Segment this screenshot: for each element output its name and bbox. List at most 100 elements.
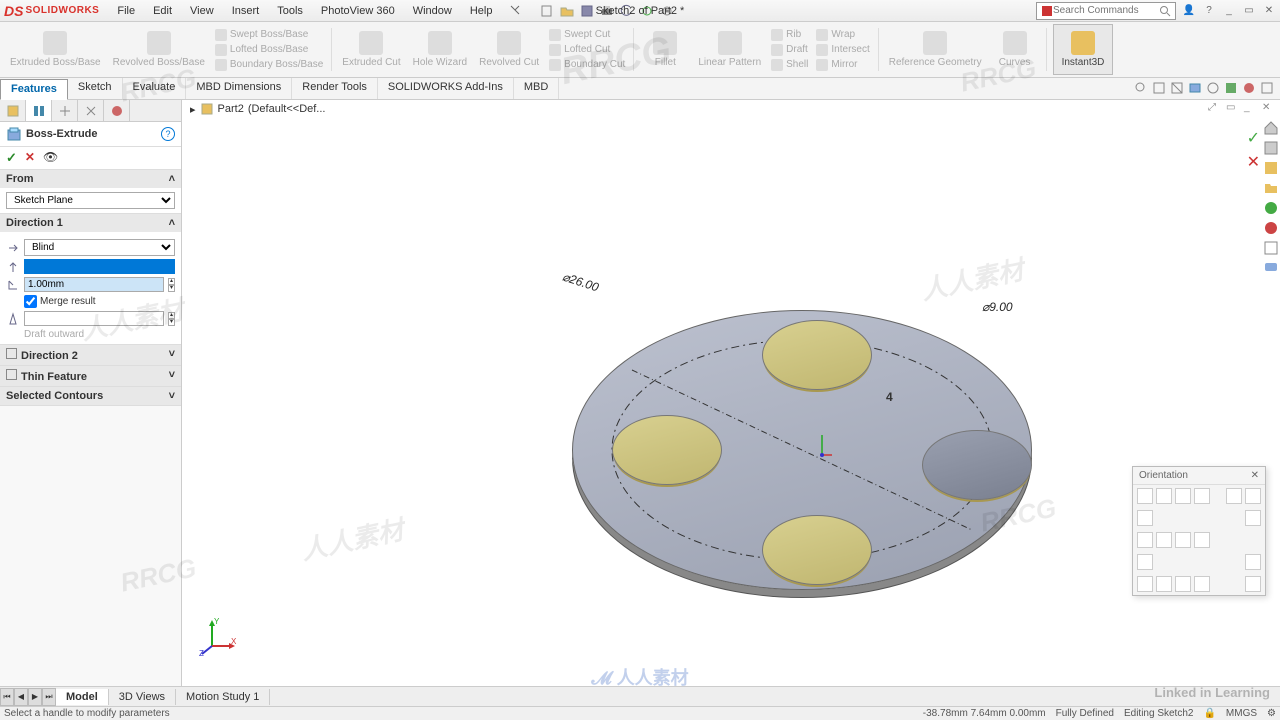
user-icon[interactable]: 👤: [1182, 4, 1196, 18]
rb-fillet[interactable]: Fillet: [640, 24, 690, 75]
help-icon[interactable]: ?: [1202, 4, 1216, 18]
rb-hole-wizard[interactable]: Hole Wizard: [409, 24, 471, 75]
heads-up-scene-icon[interactable]: [1224, 81, 1238, 96]
direction-vector-icon[interactable]: [6, 260, 20, 274]
orient-single-icon[interactable]: [1137, 554, 1153, 570]
status-lock-icon[interactable]: 🔒: [1203, 708, 1215, 719]
gc-expand-icon[interactable]: ⤢: [1208, 102, 1222, 116]
ft-tab-display[interactable]: [104, 100, 130, 121]
pm-selcont-header[interactable]: Selected Contours˅: [0, 387, 181, 406]
heads-up-settings-icon[interactable]: [1260, 81, 1274, 96]
status-gear-icon[interactable]: ⚙: [1267, 708, 1276, 719]
menu-tools[interactable]: Tools: [269, 3, 311, 19]
depth-icon[interactable]: [6, 278, 20, 292]
menu-file[interactable]: File: [109, 3, 143, 19]
ft-tab-feature[interactable]: [0, 100, 26, 121]
part-name[interactable]: Part2: [218, 103, 244, 115]
pm-merge-result[interactable]: Merge result: [24, 295, 175, 308]
heads-up-display-icon[interactable]: [1188, 81, 1202, 96]
orient-viewcube-icon[interactable]: [1245, 510, 1261, 526]
pm-thin-header[interactable]: Thin Feature˅: [0, 366, 181, 387]
orient-axis-icon[interactable]: [1245, 554, 1261, 570]
tp-design-lib-icon[interactable]: [1263, 160, 1279, 176]
rb-revolved-cut[interactable]: Revolved Cut: [475, 24, 543, 75]
tab-next-icon[interactable]: ▶: [28, 688, 42, 706]
gc-window-icon[interactable]: ▭: [1226, 102, 1240, 116]
rb-ref-geom[interactable]: Reference Geometry: [885, 24, 986, 75]
ft-tab-dim[interactable]: [78, 100, 104, 121]
status-units[interactable]: MMGS: [1226, 708, 1257, 719]
pm-draft-spinner[interactable]: ▴▾: [168, 312, 175, 326]
confirm-cancel-icon[interactable]: ✕: [1247, 152, 1260, 172]
boss-top[interactable]: [762, 320, 872, 390]
tab-render-tools[interactable]: Render Tools: [292, 78, 378, 99]
search-input[interactable]: [1053, 5, 1159, 16]
tab-first-icon[interactable]: ⏮: [0, 688, 14, 706]
pm-cancel-button[interactable]: ✕: [25, 150, 35, 166]
pm-help-icon[interactable]: ?: [161, 127, 175, 141]
rb-mirror[interactable]: Mirror: [816, 59, 869, 71]
tp-home-icon[interactable]: [1263, 120, 1279, 136]
search-icon[interactable]: [1159, 5, 1171, 17]
pm-dir1-header[interactable]: Direction 1˄: [0, 214, 181, 232]
restore-button[interactable]: ▭: [1242, 4, 1256, 18]
tab-model[interactable]: Model: [56, 689, 109, 705]
menu-window[interactable]: Window: [405, 3, 460, 19]
boss-bottom[interactable]: [762, 515, 872, 585]
gc-close-icon[interactable]: ✕: [1262, 102, 1276, 116]
open-icon[interactable]: [560, 4, 574, 18]
vp-2h-icon[interactable]: [1156, 576, 1172, 592]
menu-insert[interactable]: Insert: [224, 3, 268, 19]
rb-intersect[interactable]: Intersect: [816, 44, 869, 56]
tab-mbd-dims[interactable]: MBD Dimensions: [186, 78, 292, 99]
pm-draft-input[interactable]: [24, 311, 164, 326]
rb-boundary-boss[interactable]: Boundary Boss/Base: [215, 59, 323, 71]
vp-4-icon[interactable]: [1194, 576, 1210, 592]
tp-resources-icon[interactable]: [1263, 140, 1279, 156]
tab-sketch[interactable]: Sketch: [68, 78, 123, 99]
pm-from-header[interactable]: From˄: [0, 170, 181, 188]
minimize-button[interactable]: _: [1222, 4, 1236, 18]
menu-help[interactable]: Help: [462, 3, 501, 19]
rb-revolved-boss[interactable]: Revolved Boss/Base: [109, 24, 209, 75]
dimension-diameter-26[interactable]: ⌀26.00: [561, 270, 601, 295]
menu-view[interactable]: View: [182, 3, 222, 19]
ft-tab-pm[interactable]: [26, 100, 52, 121]
heads-up-section-icon[interactable]: [1170, 81, 1184, 96]
pm-depth-input[interactable]: [24, 277, 164, 292]
orient-normalto-icon[interactable]: [1137, 510, 1153, 526]
orient-front-icon[interactable]: [1137, 488, 1153, 504]
orient-left-icon[interactable]: [1175, 488, 1191, 504]
orient-back-icon[interactable]: [1156, 488, 1172, 504]
boss-right[interactable]: [922, 430, 1032, 500]
rb-linear-pattern[interactable]: Linear Pattern: [694, 24, 765, 75]
tab-sw-addins[interactable]: SOLIDWORKS Add-Ins: [378, 78, 514, 99]
tab-mbd[interactable]: MBD: [514, 78, 559, 99]
menu-photoview[interactable]: PhotoView 360: [313, 3, 403, 19]
tp-appearances-icon[interactable]: [1263, 220, 1279, 236]
rb-extruded-boss[interactable]: Extruded Boss/Base: [6, 24, 105, 75]
flyout-tree[interactable]: ▸ Part2 (Default<<Def...: [190, 102, 325, 116]
pm-end-condition[interactable]: Blind: [24, 239, 175, 256]
draft-icon[interactable]: [6, 312, 20, 326]
reference-triad[interactable]: Y X Z: [197, 616, 237, 656]
menu-pin-icon[interactable]: [502, 3, 528, 19]
graphics-area[interactable]: ▸ Part2 (Default<<Def... ⤢ ▭ _ ✕ ✓ ✕: [182, 100, 1280, 696]
tab-features[interactable]: Features: [0, 79, 68, 100]
orientation-header[interactable]: Orientation✕: [1133, 467, 1265, 485]
pm-ok-button[interactable]: ✓: [6, 150, 17, 166]
orient-dimetric-icon[interactable]: [1175, 532, 1191, 548]
tab-last-icon[interactable]: ⏭: [42, 688, 56, 706]
heads-up-zoom-icon[interactable]: [1134, 81, 1148, 96]
gc-min-icon[interactable]: _: [1244, 102, 1258, 116]
pm-direction-field[interactable]: [24, 259, 175, 274]
rb-lofted-cut[interactable]: Lofted Cut: [549, 44, 625, 56]
new-icon[interactable]: [540, 4, 554, 18]
pm-preview-icon[interactable]: 👁: [43, 150, 58, 166]
orient-right-icon[interactable]: [1194, 488, 1210, 504]
pm-dir2-header[interactable]: Direction 2˅: [0, 345, 181, 366]
menu-edit[interactable]: Edit: [145, 3, 180, 19]
vp-link-icon[interactable]: [1245, 576, 1261, 592]
heads-up-prev-icon[interactable]: [1152, 81, 1166, 96]
rb-extruded-cut[interactable]: Extruded Cut: [338, 24, 404, 75]
